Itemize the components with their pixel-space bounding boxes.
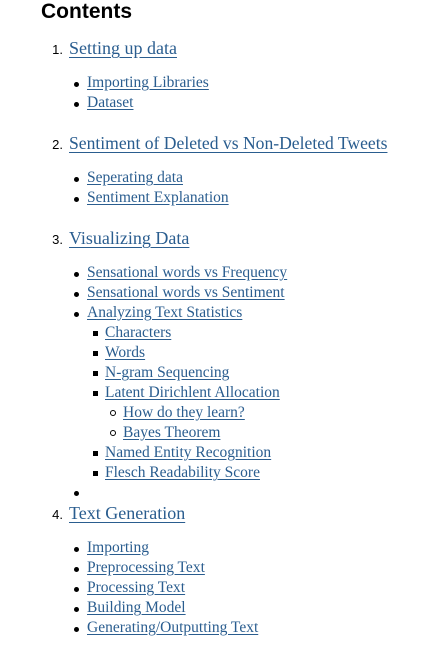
toc-title: Contents bbox=[41, 0, 132, 23]
section-link-sentiment[interactable]: Sentiment of Deleted vs Non-Deleted Twee… bbox=[69, 132, 387, 154]
section-link-setting-up-data[interactable]: Setting up data bbox=[69, 37, 177, 59]
bullet-circle-icon bbox=[110, 410, 116, 416]
link-n-gram-sequencing[interactable]: N-gram Sequencing bbox=[105, 363, 229, 383]
bullet-disc-icon bbox=[74, 607, 79, 612]
link-seperating-data[interactable]: Seperating data bbox=[87, 168, 183, 188]
link-characters[interactable]: Characters bbox=[105, 323, 171, 343]
link-importing[interactable]: Importing bbox=[87, 538, 149, 558]
link-sentiment-explanation[interactable]: Sentiment Explanation bbox=[87, 188, 229, 208]
table-of-contents: Contents 1. Setting up data Importing Li… bbox=[0, 0, 443, 656]
link-how-do-they-learn[interactable]: How do they learn? bbox=[123, 403, 245, 423]
bullet-square-icon bbox=[93, 331, 98, 336]
section-number: 4. bbox=[52, 507, 63, 522]
bullet-disc-icon bbox=[74, 587, 79, 592]
bullet-disc-icon bbox=[74, 627, 79, 632]
link-processing-text[interactable]: Processing Text bbox=[87, 578, 185, 598]
link-importing-libraries[interactable]: Importing Libraries bbox=[87, 73, 209, 93]
link-bayes-theorem[interactable]: Bayes Theorem bbox=[123, 423, 220, 443]
link-named-entity-recognition[interactable]: Named Entity Recognition bbox=[105, 443, 271, 463]
bullet-circle-icon bbox=[110, 430, 116, 436]
bullet-disc-icon bbox=[74, 312, 79, 317]
link-preprocessing-text[interactable]: Preprocessing Text bbox=[87, 558, 205, 578]
link-sensational-words-frequency[interactable]: Sensational words vs Frequency bbox=[87, 263, 287, 283]
bullet-square-icon bbox=[93, 351, 98, 356]
link-words[interactable]: Words bbox=[105, 343, 145, 363]
link-latent-dirichlent-allocation[interactable]: Latent Dirichlent Allocation bbox=[105, 383, 280, 403]
link-generating-outputting-text[interactable]: Generating/Outputting Text bbox=[87, 618, 258, 638]
bullet-disc-icon bbox=[74, 272, 79, 277]
bullet-disc-icon bbox=[74, 292, 79, 297]
section-link-text-generation[interactable]: Text Generation bbox=[69, 502, 185, 524]
link-sensational-words-sentiment[interactable]: Sensational words vs Sentiment bbox=[87, 283, 285, 303]
bullet-disc-icon bbox=[74, 547, 79, 552]
section-number: 3. bbox=[52, 232, 63, 247]
section-number: 2. bbox=[52, 137, 63, 152]
bullet-square-icon bbox=[93, 451, 98, 456]
section-number: 1. bbox=[52, 42, 63, 57]
link-flesch-readability-score[interactable]: Flesch Readability Score bbox=[105, 463, 260, 483]
link-building-model[interactable]: Building Model bbox=[87, 598, 186, 618]
bullet-disc-icon bbox=[74, 567, 79, 572]
bullet-disc-icon bbox=[74, 102, 79, 107]
link-dataset[interactable]: Dataset bbox=[87, 93, 133, 113]
bullet-square-icon bbox=[93, 391, 98, 396]
link-analyzing-text-statistics[interactable]: Analyzing Text Statistics bbox=[87, 303, 242, 323]
bullet-disc-icon bbox=[74, 177, 79, 182]
section-link-visualizing-data[interactable]: Visualizing Data bbox=[69, 227, 189, 249]
bullet-square-icon bbox=[93, 371, 98, 376]
bullet-disc-icon bbox=[74, 491, 79, 496]
bullet-disc-icon bbox=[74, 197, 79, 202]
bullet-disc-icon bbox=[74, 82, 79, 87]
bullet-square-icon bbox=[93, 471, 98, 476]
